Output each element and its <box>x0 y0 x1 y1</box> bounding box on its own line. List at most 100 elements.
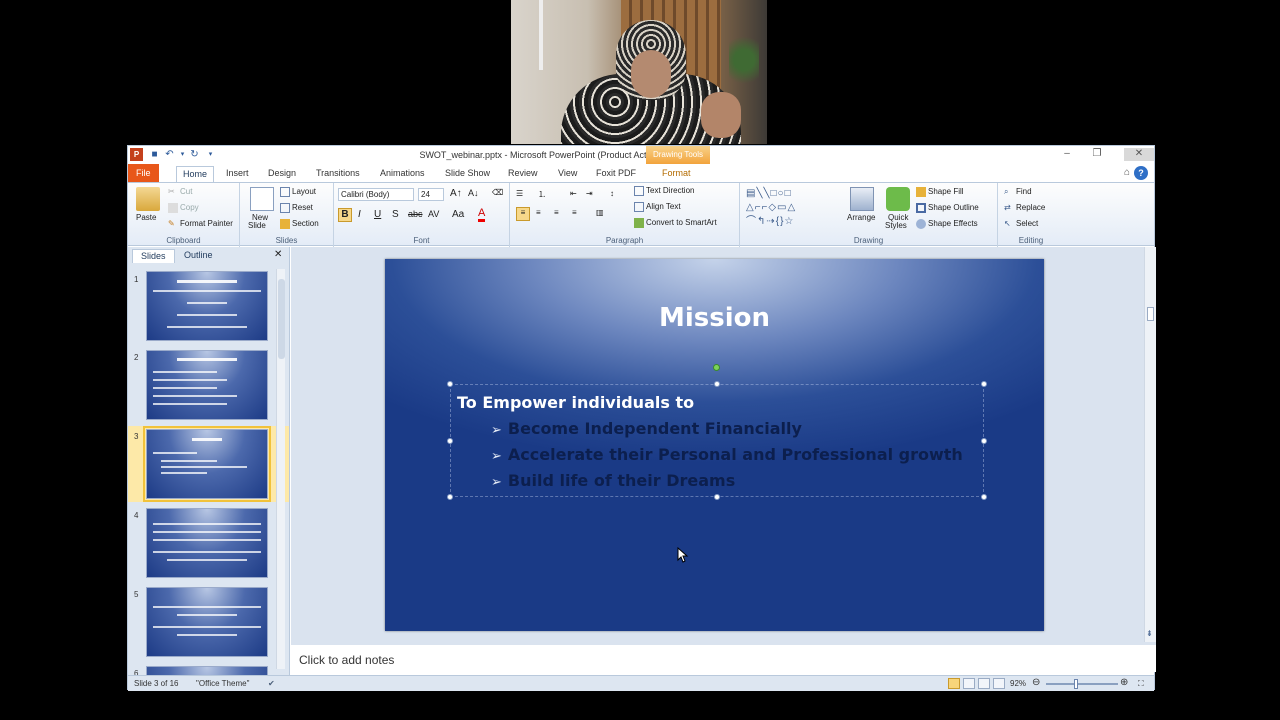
notes-pane[interactable]: Click to add notes <box>291 642 1156 672</box>
resize-handle[interactable] <box>981 494 987 500</box>
shape-fill-button[interactable]: Shape Fill <box>916 187 964 197</box>
resize-handle[interactable] <box>447 438 453 444</box>
align-center-button[interactable]: ≡ <box>536 208 541 217</box>
font-size-box[interactable]: 24 <box>418 188 444 201</box>
tab-home[interactable]: Home <box>176 166 215 182</box>
slide-sorter-button[interactable] <box>963 678 975 689</box>
decrease-indent-icon[interactable]: ⇤ <box>570 189 577 198</box>
bold-button[interactable]: B <box>338 208 352 222</box>
change-case-button[interactable]: Aa <box>452 209 464 220</box>
zoom-slider-thumb[interactable] <box>1074 679 1078 689</box>
align-text-button[interactable]: Align Text <box>634 202 681 212</box>
resize-handle[interactable] <box>714 494 720 500</box>
slide-thumbnail-5[interactable] <box>146 587 268 657</box>
slide-title[interactable]: Mission <box>385 303 1044 333</box>
numbering-icon[interactable]: ⒈ <box>538 189 546 200</box>
canvas-scrollbar[interactable]: ⇟ <box>1144 247 1156 642</box>
slide-thumbnail-4[interactable] <box>146 508 268 578</box>
select-button[interactable]: ↖ Select <box>1004 219 1038 229</box>
zoom-level[interactable]: 92% <box>1010 679 1026 688</box>
shadow-button[interactable]: S <box>392 209 399 220</box>
shape-outline-button[interactable]: Shape Outline <box>916 203 979 213</box>
shape-effects-button[interactable]: Shape Effects <box>916 219 978 229</box>
close-pane-icon[interactable]: ✕ <box>274 249 282 260</box>
find-button[interactable]: ⌕ Find <box>1004 187 1032 197</box>
grow-font-icon[interactable]: A↑ <box>450 188 462 199</box>
columns-button[interactable]: ▥ <box>596 208 604 217</box>
reset-button[interactable]: Reset <box>280 203 313 213</box>
zoom-in-icon[interactable]: ⊕ <box>1120 677 1128 688</box>
section-button[interactable]: Section <box>280 219 319 229</box>
minimize-icon[interactable]: – <box>1058 148 1076 161</box>
arrange-icon[interactable] <box>850 187 874 211</box>
tab-format[interactable]: Format <box>656 166 697 182</box>
normal-view-button[interactable] <box>948 678 960 689</box>
tab-transitions[interactable]: Transitions <box>310 166 366 182</box>
convert-smartart-button[interactable]: Convert to SmartArt <box>634 218 717 228</box>
tab-review[interactable]: Review <box>502 166 544 182</box>
tab-slide-show[interactable]: Slide Show <box>439 166 496 182</box>
spell-check-icon[interactable]: ✔ <box>268 679 275 688</box>
format-painter-button[interactable]: ✎ Format Painter <box>168 219 233 229</box>
zoom-out-icon[interactable]: ⊖ <box>1032 677 1040 688</box>
reading-view-button[interactable] <box>978 678 990 689</box>
rotate-handle[interactable] <box>713 364 720 371</box>
close-icon[interactable]: ✕ <box>1124 148 1154 161</box>
slideshow-view-button[interactable] <box>993 678 1005 689</box>
font-name-box[interactable]: Calibri (Body) <box>338 188 414 201</box>
copy-button[interactable]: Copy <box>168 203 199 213</box>
quick-styles-button-line2[interactable]: Styles <box>885 221 907 230</box>
align-left-button[interactable]: ≡ <box>516 207 530 221</box>
canvas-scroll-thumb[interactable] <box>1147 307 1154 321</box>
increase-indent-icon[interactable]: ⇥ <box>586 189 593 198</box>
underline-button[interactable]: U <box>374 209 381 220</box>
clear-format-icon[interactable]: ⌫ <box>492 188 503 197</box>
help-icon[interactable]: ? <box>1134 166 1148 180</box>
italic-button[interactable]: I <box>358 209 361 220</box>
tab-file[interactable]: File <box>128 164 159 182</box>
quick-styles-icon[interactable] <box>886 187 910 211</box>
align-right-button[interactable]: ≡ <box>554 208 559 217</box>
restore-icon[interactable]: ❐ <box>1088 148 1106 161</box>
replace-button[interactable]: ⇄ Replace <box>1004 203 1045 213</box>
fit-to-window-icon[interactable]: ⛶ <box>1138 679 1144 689</box>
next-slide-icon[interactable]: ⇟ <box>1146 629 1153 638</box>
justify-button[interactable]: ≡ <box>572 208 577 217</box>
tab-insert[interactable]: Insert <box>220 166 255 182</box>
resize-handle[interactable] <box>447 381 453 387</box>
bullet-item[interactable]: ➢ Build life of their Dreams <box>491 471 735 490</box>
shapes-gallery[interactable]: ▤╲╲□○□ △⌐⌐◇▭△ ⌒↰⇢{}☆ <box>746 187 840 231</box>
tab-view[interactable]: View <box>552 166 583 182</box>
new-slide-icon[interactable] <box>250 187 274 211</box>
resize-handle[interactable] <box>981 438 987 444</box>
shrink-font-icon[interactable]: A↓ <box>468 188 479 198</box>
content-placeholder[interactable]: To Empower individuals to ➢ Become Indepe… <box>447 364 987 500</box>
strikethrough-button[interactable]: abc <box>408 209 423 219</box>
line-spacing-icon[interactable]: ↕ <box>610 189 614 198</box>
layout-button[interactable]: Layout <box>280 187 316 197</box>
slide-thumbnail-3[interactable] <box>143 426 271 502</box>
paste-icon[interactable] <box>136 187 160 211</box>
tab-animations[interactable]: Animations <box>374 166 431 182</box>
arrange-button[interactable]: Arrange <box>847 213 875 222</box>
tab-slides[interactable]: Slides <box>132 249 175 263</box>
notes-placeholder[interactable]: Click to add notes <box>299 653 394 667</box>
zoom-slider-track[interactable] <box>1046 683 1118 685</box>
font-color-button[interactable]: A <box>478 207 486 222</box>
bullet-item[interactable]: ➢ Accelerate their Personal and Professio… <box>491 445 963 464</box>
char-spacing-button[interactable]: AV <box>428 209 439 219</box>
bullet-item[interactable]: ➢ Become Independent Financially <box>491 419 802 438</box>
resize-handle[interactable] <box>714 381 720 387</box>
current-slide[interactable]: Mission To Empower individuals to ➢ Becom… <box>385 259 1044 631</box>
slide-thumbnail-1[interactable] <box>146 271 268 341</box>
slide-thumbnail-2[interactable] <box>146 350 268 420</box>
resize-handle[interactable] <box>447 494 453 500</box>
new-slide-button-line2[interactable]: Slide <box>248 221 266 230</box>
bullets-icon[interactable]: ☰ <box>516 189 523 198</box>
text-direction-button[interactable]: Text Direction <box>634 186 694 196</box>
tab-design[interactable]: Design <box>262 166 302 182</box>
resize-handle[interactable] <box>981 381 987 387</box>
paste-button[interactable]: Paste <box>136 213 156 222</box>
tab-outline[interactable]: Outline <box>176 249 221 263</box>
slides-pane-scrollbar[interactable] <box>276 269 285 669</box>
